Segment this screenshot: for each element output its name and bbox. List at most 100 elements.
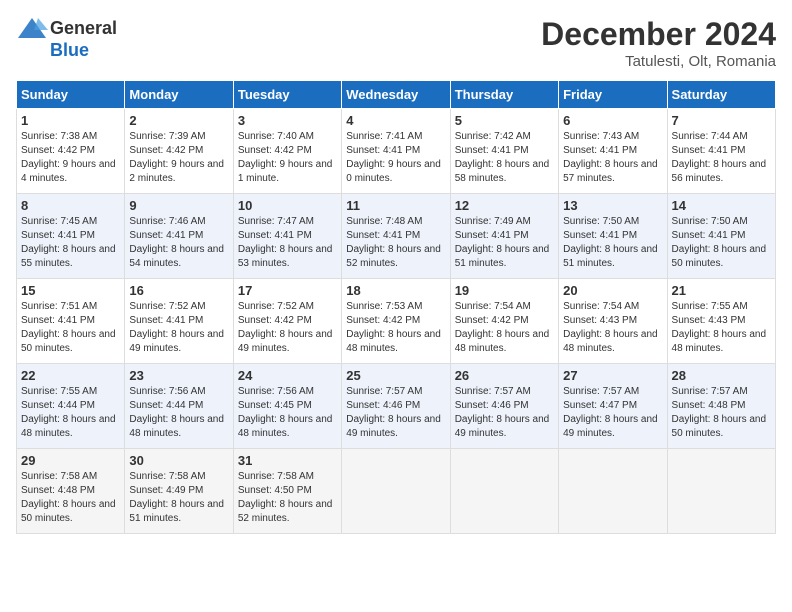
logo: General Blue: [16, 16, 117, 61]
day-info: Sunrise: 7:58 AM Sunset: 4:48 PM Dayligh…: [21, 471, 116, 524]
calendar-cell: 19 Sunrise: 7:54 AM Sunset: 4:42 PM Dayl…: [450, 279, 558, 364]
calendar-cell: [667, 449, 775, 534]
day-number: 7: [672, 113, 771, 128]
day-info: Sunrise: 7:57 AM Sunset: 4:46 PM Dayligh…: [455, 386, 550, 439]
calendar-cell: 26 Sunrise: 7:57 AM Sunset: 4:46 PM Dayl…: [450, 364, 558, 449]
day-info: Sunrise: 7:46 AM Sunset: 4:41 PM Dayligh…: [129, 216, 224, 269]
calendar-cell: 17 Sunrise: 7:52 AM Sunset: 4:42 PM Dayl…: [233, 279, 341, 364]
col-friday: Friday: [559, 81, 667, 109]
day-info: Sunrise: 7:55 AM Sunset: 4:44 PM Dayligh…: [21, 386, 116, 439]
day-info: Sunrise: 7:54 AM Sunset: 4:43 PM Dayligh…: [563, 301, 658, 354]
day-number: 23: [129, 368, 228, 383]
day-number: 21: [672, 283, 771, 298]
day-info: Sunrise: 7:50 AM Sunset: 4:41 PM Dayligh…: [563, 216, 658, 269]
day-number: 26: [455, 368, 554, 383]
calendar-cell: 9 Sunrise: 7:46 AM Sunset: 4:41 PM Dayli…: [125, 194, 233, 279]
day-number: 31: [238, 453, 337, 468]
day-info: Sunrise: 7:41 AM Sunset: 4:41 PM Dayligh…: [346, 131, 441, 184]
calendar-cell: 5 Sunrise: 7:42 AM Sunset: 4:41 PM Dayli…: [450, 109, 558, 194]
day-number: 27: [563, 368, 662, 383]
calendar-cell: 31 Sunrise: 7:58 AM Sunset: 4:50 PM Dayl…: [233, 449, 341, 534]
week-row-1: 1 Sunrise: 7:38 AM Sunset: 4:42 PM Dayli…: [17, 109, 776, 194]
col-sunday: Sunday: [17, 81, 125, 109]
day-number: 1: [21, 113, 120, 128]
day-info: Sunrise: 7:45 AM Sunset: 4:41 PM Dayligh…: [21, 216, 116, 269]
day-info: Sunrise: 7:43 AM Sunset: 4:41 PM Dayligh…: [563, 131, 658, 184]
day-info: Sunrise: 7:53 AM Sunset: 4:42 PM Dayligh…: [346, 301, 441, 354]
calendar-cell: 22 Sunrise: 7:55 AM Sunset: 4:44 PM Dayl…: [17, 364, 125, 449]
week-row-4: 22 Sunrise: 7:55 AM Sunset: 4:44 PM Dayl…: [17, 364, 776, 449]
col-thursday: Thursday: [450, 81, 558, 109]
day-number: 29: [21, 453, 120, 468]
day-info: Sunrise: 7:47 AM Sunset: 4:41 PM Dayligh…: [238, 216, 333, 269]
week-row-5: 29 Sunrise: 7:58 AM Sunset: 4:48 PM Dayl…: [17, 449, 776, 534]
day-info: Sunrise: 7:50 AM Sunset: 4:41 PM Dayligh…: [672, 216, 767, 269]
day-number: 4: [346, 113, 445, 128]
day-number: 13: [563, 198, 662, 213]
col-wednesday: Wednesday: [342, 81, 450, 109]
calendar-cell: 3 Sunrise: 7:40 AM Sunset: 4:42 PM Dayli…: [233, 109, 341, 194]
day-info: Sunrise: 7:40 AM Sunset: 4:42 PM Dayligh…: [238, 131, 333, 184]
calendar-cell: 8 Sunrise: 7:45 AM Sunset: 4:41 PM Dayli…: [17, 194, 125, 279]
day-number: 25: [346, 368, 445, 383]
day-info: Sunrise: 7:48 AM Sunset: 4:41 PM Dayligh…: [346, 216, 441, 269]
day-info: Sunrise: 7:51 AM Sunset: 4:41 PM Dayligh…: [21, 301, 116, 354]
calendar-cell: 6 Sunrise: 7:43 AM Sunset: 4:41 PM Dayli…: [559, 109, 667, 194]
calendar-cell: 7 Sunrise: 7:44 AM Sunset: 4:41 PM Dayli…: [667, 109, 775, 194]
calendar-cell: 14 Sunrise: 7:50 AM Sunset: 4:41 PM Dayl…: [667, 194, 775, 279]
calendar-cell: 27 Sunrise: 7:57 AM Sunset: 4:47 PM Dayl…: [559, 364, 667, 449]
calendar-cell: 11 Sunrise: 7:48 AM Sunset: 4:41 PM Dayl…: [342, 194, 450, 279]
calendar-cell: 23 Sunrise: 7:56 AM Sunset: 4:44 PM Dayl…: [125, 364, 233, 449]
calendar-cell: 2 Sunrise: 7:39 AM Sunset: 4:42 PM Dayli…: [125, 109, 233, 194]
title-section: December 2024 Tatulesti, Olt, Romania: [541, 16, 776, 70]
day-info: Sunrise: 7:56 AM Sunset: 4:44 PM Dayligh…: [129, 386, 224, 439]
day-number: 12: [455, 198, 554, 213]
week-row-3: 15 Sunrise: 7:51 AM Sunset: 4:41 PM Dayl…: [17, 279, 776, 364]
calendar-cell: [450, 449, 558, 534]
day-info: Sunrise: 7:44 AM Sunset: 4:41 PM Dayligh…: [672, 131, 767, 184]
day-number: 22: [21, 368, 120, 383]
day-number: 19: [455, 283, 554, 298]
day-number: 3: [238, 113, 337, 128]
col-monday: Monday: [125, 81, 233, 109]
header-row: Sunday Monday Tuesday Wednesday Thursday…: [17, 81, 776, 109]
day-info: Sunrise: 7:58 AM Sunset: 4:49 PM Dayligh…: [129, 471, 224, 524]
day-number: 9: [129, 198, 228, 213]
logo-general: General: [50, 18, 117, 39]
calendar-cell: 30 Sunrise: 7:58 AM Sunset: 4:49 PM Dayl…: [125, 449, 233, 534]
day-number: 30: [129, 453, 228, 468]
col-saturday: Saturday: [667, 81, 775, 109]
day-info: Sunrise: 7:58 AM Sunset: 4:50 PM Dayligh…: [238, 471, 333, 524]
calendar-cell: [559, 449, 667, 534]
day-info: Sunrise: 7:56 AM Sunset: 4:45 PM Dayligh…: [238, 386, 333, 439]
calendar-cell: 16 Sunrise: 7:52 AM Sunset: 4:41 PM Dayl…: [125, 279, 233, 364]
day-info: Sunrise: 7:52 AM Sunset: 4:42 PM Dayligh…: [238, 301, 333, 354]
calendar-cell: 13 Sunrise: 7:50 AM Sunset: 4:41 PM Dayl…: [559, 194, 667, 279]
day-number: 17: [238, 283, 337, 298]
day-info: Sunrise: 7:54 AM Sunset: 4:42 PM Dayligh…: [455, 301, 550, 354]
logo-icon: [16, 16, 48, 40]
day-info: Sunrise: 7:52 AM Sunset: 4:41 PM Dayligh…: [129, 301, 224, 354]
col-tuesday: Tuesday: [233, 81, 341, 109]
calendar-cell: 20 Sunrise: 7:54 AM Sunset: 4:43 PM Dayl…: [559, 279, 667, 364]
day-number: 18: [346, 283, 445, 298]
calendar-cell: 12 Sunrise: 7:49 AM Sunset: 4:41 PM Dayl…: [450, 194, 558, 279]
day-number: 5: [455, 113, 554, 128]
calendar-cell: 18 Sunrise: 7:53 AM Sunset: 4:42 PM Dayl…: [342, 279, 450, 364]
day-info: Sunrise: 7:57 AM Sunset: 4:48 PM Dayligh…: [672, 386, 767, 439]
calendar-cell: 25 Sunrise: 7:57 AM Sunset: 4:46 PM Dayl…: [342, 364, 450, 449]
day-number: 20: [563, 283, 662, 298]
day-info: Sunrise: 7:38 AM Sunset: 4:42 PM Dayligh…: [21, 131, 116, 184]
day-number: 15: [21, 283, 120, 298]
calendar-cell: 10 Sunrise: 7:47 AM Sunset: 4:41 PM Dayl…: [233, 194, 341, 279]
calendar-table: Sunday Monday Tuesday Wednesday Thursday…: [16, 80, 776, 534]
calendar-cell: 15 Sunrise: 7:51 AM Sunset: 4:41 PM Dayl…: [17, 279, 125, 364]
day-info: Sunrise: 7:57 AM Sunset: 4:47 PM Dayligh…: [563, 386, 658, 439]
calendar-cell: 21 Sunrise: 7:55 AM Sunset: 4:43 PM Dayl…: [667, 279, 775, 364]
day-info: Sunrise: 7:49 AM Sunset: 4:41 PM Dayligh…: [455, 216, 550, 269]
day-number: 28: [672, 368, 771, 383]
day-number: 14: [672, 198, 771, 213]
day-number: 11: [346, 198, 445, 213]
day-number: 8: [21, 198, 120, 213]
calendar-cell: [342, 449, 450, 534]
